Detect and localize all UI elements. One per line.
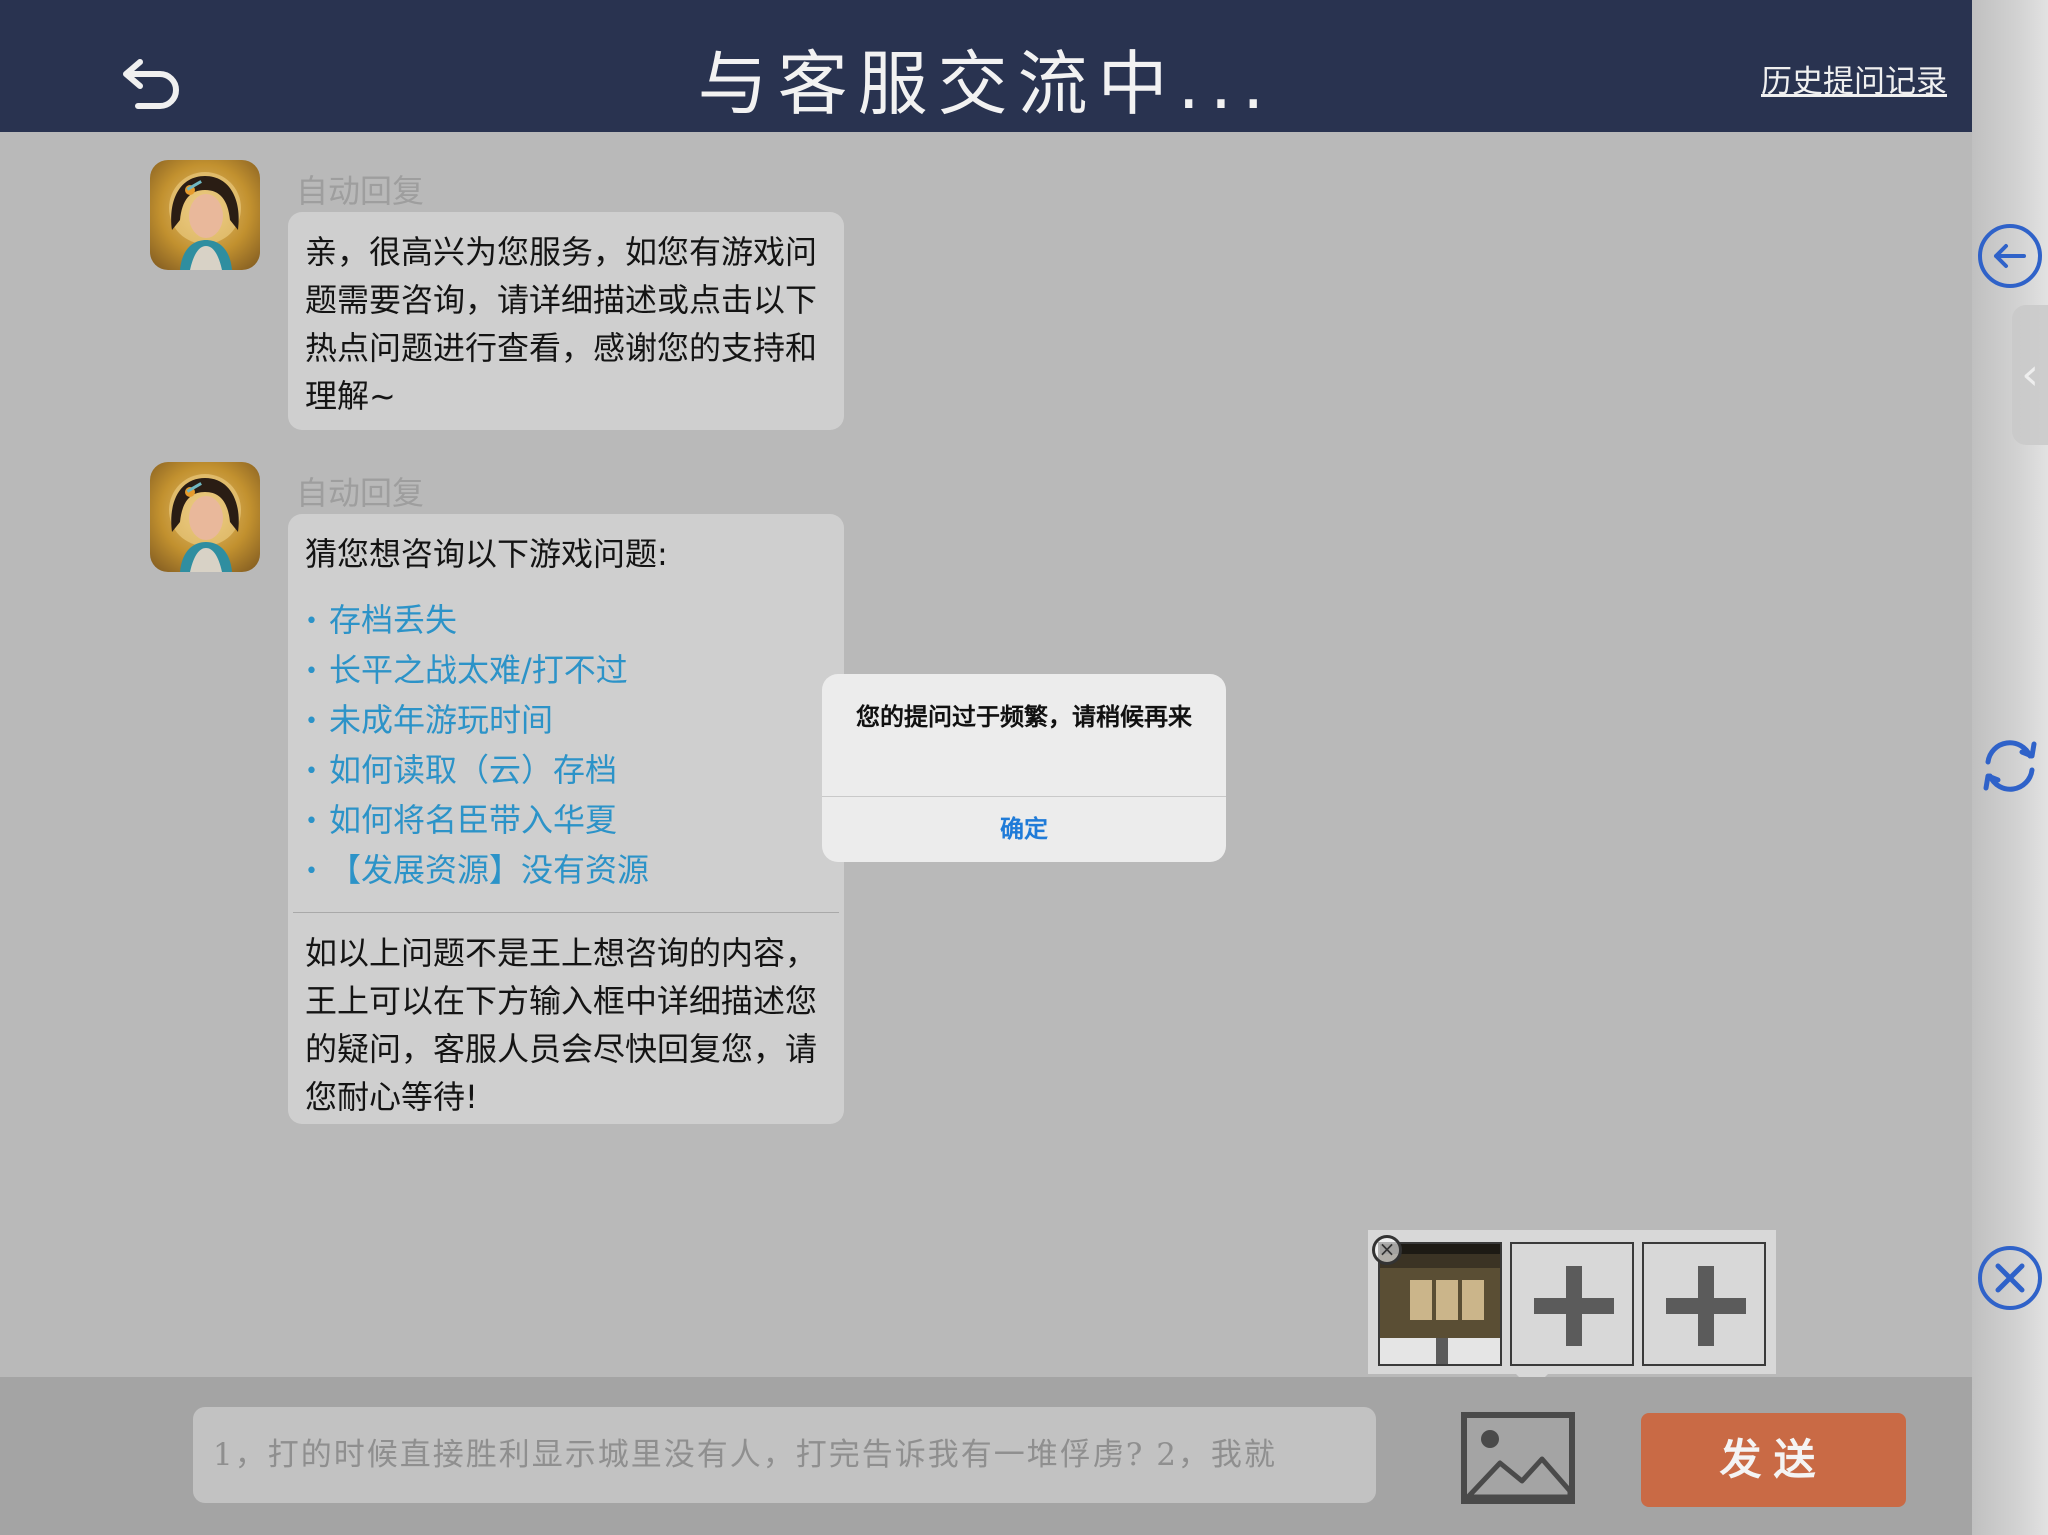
faq-intro: 猜您想咨询以下游戏问题:: [305, 535, 668, 573]
attachment-panel: [1368, 1230, 1776, 1390]
page-title: 与客服交流中...: [697, 43, 1275, 125]
add-image-slot[interactable]: [1642, 1242, 1766, 1366]
header-bar: 与客服交流中... 历史提问记录: [0, 0, 1972, 132]
faq-item[interactable]: 存档丢失: [305, 596, 827, 646]
faq-list: 存档丢失 长平之战太难/打不过 未成年游玩时间 如何读取（云）存档 如何将名臣带…: [305, 596, 827, 896]
screenshot-preview-icon: [1380, 1244, 1500, 1364]
agent-avatar: [150, 160, 260, 270]
composer-bar: 1，打的时候直接胜利显示城里没有人，打完告诉我有一堆俘虏? 2，我就 发送: [0, 1377, 1972, 1535]
faq-item[interactable]: 未成年游玩时间: [305, 696, 827, 746]
message-bubble: 猜您想咨询以下游戏问题: 存档丢失 长平之战太难/打不过 未成年游玩时间 如何读…: [288, 514, 844, 1124]
faq-item[interactable]: 【发展资源】没有资源: [305, 846, 827, 896]
remove-attachment-icon[interactable]: ×: [1372, 1235, 1402, 1265]
message-input[interactable]: 1，打的时候直接胜利显示城里没有人，打完告诉我有一堆俘虏? 2，我就: [193, 1407, 1376, 1503]
circle-close-icon[interactable]: [1976, 1244, 2044, 1312]
send-button[interactable]: 发送: [1641, 1413, 1906, 1507]
refresh-icon[interactable]: [1976, 732, 2044, 800]
alert-message: 您的提问过于频繁，请稍候再来: [856, 703, 1192, 731]
confirm-button[interactable]: 确定: [822, 797, 1226, 862]
message-text: 如以上问题不是王上想咨询的内容，王上可以在下方输入框中详细描述您的疑问，客服人员…: [305, 934, 818, 1116]
faq-item[interactable]: 如何读取（云）存档: [305, 746, 827, 796]
faq-item[interactable]: 如何将名臣带入华夏: [305, 796, 827, 846]
message-bubble: 亲，很高兴为您服务，如您有游戏问题需要咨询，请详细描述或点击以下热点问题进行查看…: [288, 212, 844, 430]
sender-name: 自动回复: [296, 172, 425, 210]
avatar-portrait-icon: [169, 172, 241, 270]
rate-limit-alert-dialog: 您的提问过于频繁，请稍候再来 确定: [822, 674, 1226, 862]
agent-avatar: [150, 462, 260, 572]
faq-item[interactable]: 长平之战太难/打不过: [305, 646, 827, 696]
image-icon[interactable]: [1460, 1411, 1576, 1505]
message-text: 亲，很高兴为您服务，如您有游戏问题需要咨询，请详细描述或点击以下热点问题进行查看…: [305, 233, 818, 415]
circle-arrow-left-icon[interactable]: [1976, 222, 2044, 290]
sender-name: 自动回复: [296, 474, 425, 512]
add-image-slot[interactable]: [1510, 1242, 1634, 1366]
history-questions-link[interactable]: 历史提问记录: [1761, 56, 1947, 101]
avatar-portrait-icon: [169, 474, 241, 572]
divider: [293, 912, 839, 913]
collapse-toolbar-tab[interactable]: ‹: [2012, 305, 2048, 445]
